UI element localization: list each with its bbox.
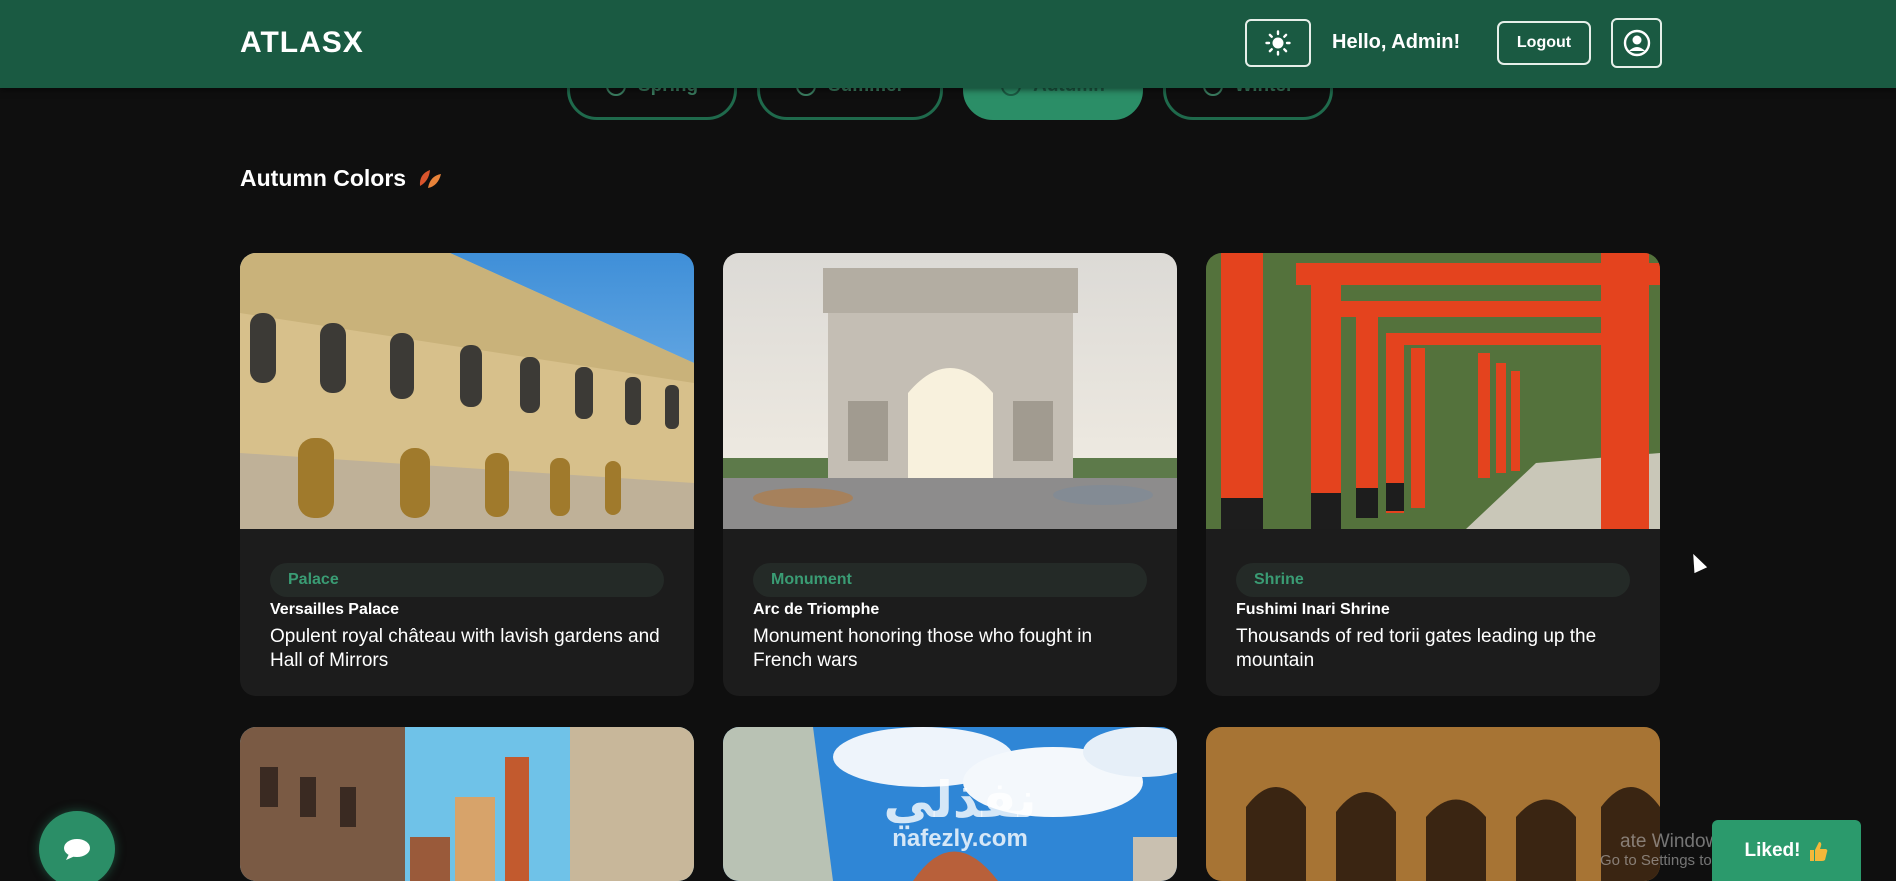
logout-button[interactable]: Logout [1497, 21, 1591, 65]
card-title: Arc de Triomphe [753, 601, 880, 618]
category-tag: Shrine [1236, 563, 1630, 597]
user-greeting: Hello, Admin! [1332, 31, 1461, 53]
card-image [1206, 253, 1660, 529]
liked-toast-label: Liked! [1744, 839, 1801, 861]
street-photo [240, 727, 694, 881]
liked-toast: Liked! [1712, 820, 1861, 881]
watermark-latin: nafezly.com [892, 825, 1028, 852]
chat-bubble-icon [64, 839, 90, 860]
autumn-leaves-icon [420, 169, 442, 188]
section-heading: Autumn Colors [240, 165, 444, 192]
shrine-photo [1206, 253, 1660, 529]
watermark-arabic: نفذلي [883, 772, 1037, 828]
card-image [1206, 727, 1660, 881]
destination-card[interactable]: Monument Arc de Triomphe Monument honori… [723, 253, 1177, 696]
card-image [723, 253, 1177, 529]
palace-arches-photo [1206, 727, 1660, 881]
chat-button[interactable] [39, 811, 115, 881]
card-title: Versailles Palace [270, 601, 399, 618]
destination-card[interactable] [240, 727, 694, 881]
top-navbar: ATLASX Hello, Admin! Logout [0, 0, 1896, 88]
brand-logo[interactable]: ATLASX [240, 26, 364, 60]
card-description: Thousands of red torii gates leading up … [1236, 626, 1597, 671]
category-tag: Monument [753, 563, 1147, 597]
user-circle-icon [1623, 29, 1650, 57]
destination-card[interactable]: Shrine Fushimi Inari Shrine Thousands of… [1206, 253, 1660, 696]
card-description: Opulent royal château with lavish garden… [270, 626, 660, 671]
category-tag: Palace [270, 563, 664, 597]
theme-toggle-button[interactable] [1245, 19, 1311, 67]
monument-photo [723, 253, 1177, 529]
card-description: Monument honoring those who fought in Fr… [753, 626, 1093, 671]
mouse-cursor [1686, 550, 1708, 574]
thumbs-up-icon [1810, 841, 1828, 861]
destination-card[interactable]: Palace Versailles Palace Opulent royal c… [240, 253, 694, 696]
site-watermark: نفذلي nafezly.com [850, 775, 1070, 853]
section-title-text: Autumn Colors [240, 165, 407, 191]
card-image [240, 727, 694, 881]
palace-photo [240, 253, 694, 529]
destination-card[interactable] [1206, 727, 1660, 881]
card-title: Fushimi Inari Shrine [1236, 601, 1390, 618]
profile-button[interactable] [1611, 18, 1662, 68]
card-image [240, 253, 694, 529]
sun-icon [1265, 30, 1291, 56]
